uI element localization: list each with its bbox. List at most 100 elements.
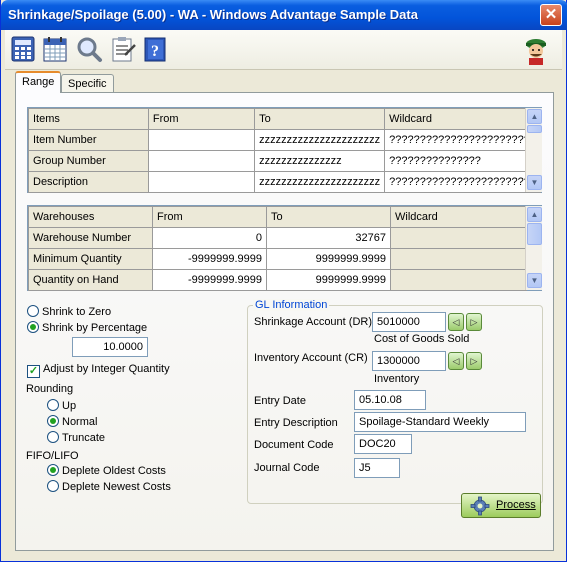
checklist-icon[interactable] bbox=[109, 35, 137, 63]
wildcard-cell[interactable]: ???????????????????????? bbox=[384, 171, 541, 193]
column-header: From bbox=[152, 206, 267, 228]
adjust-integer-checkbox[interactable]: ✓ Adjust by Integer Quantity bbox=[27, 362, 170, 378]
radio-indicator bbox=[47, 415, 59, 427]
row-label: Warehouse Number bbox=[28, 227, 153, 249]
next-account-button[interactable]: ▷ bbox=[466, 313, 482, 331]
gl-information-title: GL Information bbox=[253, 299, 330, 311]
table-row: Quantity on Hand -9999999.9999 9999999.9… bbox=[28, 269, 527, 291]
from-cell[interactable] bbox=[147, 129, 256, 151]
checkbox-label: Adjust by Integer Quantity bbox=[43, 363, 170, 375]
scroll-up-icon[interactable]: ▲ bbox=[527, 207, 542, 222]
tab-specific[interactable]: Specific bbox=[61, 74, 114, 94]
help-book-icon[interactable]: ? bbox=[141, 35, 169, 63]
entry-description-field[interactable]: Spoilage-Standard Weekly bbox=[354, 412, 526, 432]
app-window: Shrinkage/Spoilage (5.00) - WA - Windows… bbox=[0, 0, 567, 562]
document-code-label: Document Code bbox=[254, 439, 334, 451]
rounding-title: Rounding bbox=[26, 383, 74, 395]
rounding-up-radio[interactable]: Up bbox=[47, 399, 76, 413]
wildcard-cell bbox=[390, 227, 527, 249]
row-label: Group Number bbox=[28, 150, 149, 172]
svg-text:?: ? bbox=[151, 43, 159, 60]
from-cell[interactable]: -9999999.9999 bbox=[152, 269, 267, 291]
calendar-icon[interactable] bbox=[41, 35, 69, 63]
scroll-down-icon[interactable]: ▼ bbox=[527, 273, 542, 288]
column-header: Wildcard bbox=[390, 206, 527, 228]
to-cell[interactable]: 9999999.9999 bbox=[266, 248, 391, 270]
wildcard-cell[interactable]: ???????????????????????? bbox=[384, 129, 541, 151]
inventory-account-field[interactable]: 1300000 bbox=[372, 351, 446, 371]
to-cell[interactable]: zzzzzzzzzzzzzzzzzzzzzz bbox=[254, 129, 386, 151]
radio-indicator bbox=[27, 305, 39, 317]
entry-date-field[interactable]: 05.10.08 bbox=[354, 390, 426, 410]
to-cell[interactable]: zzzzzzzzzzzzzzz bbox=[254, 150, 386, 172]
shrinkage-account-field[interactable]: 5010000 bbox=[372, 312, 446, 332]
column-header: Wildcard bbox=[384, 108, 541, 130]
checkbox-indicator: ✓ bbox=[27, 365, 40, 378]
row-label: Quantity on Hand bbox=[28, 269, 153, 291]
fifo-title: FIFO/LIFO bbox=[26, 450, 79, 462]
warehouses-header-row: Warehouses From To Wildcard bbox=[28, 206, 527, 228]
scroll-thumb[interactable] bbox=[527, 223, 542, 245]
wildcard-cell[interactable]: ??????????????? bbox=[384, 150, 541, 172]
next-account-button[interactable]: ▷ bbox=[466, 352, 482, 370]
scroll-thumb[interactable] bbox=[527, 125, 542, 133]
rounding-truncate-radio[interactable]: Truncate bbox=[47, 431, 105, 445]
from-cell[interactable] bbox=[147, 150, 256, 172]
radio-indicator bbox=[47, 399, 59, 411]
document-code-field[interactable]: DOC20 bbox=[354, 434, 412, 454]
shrink-by-percentage-radio[interactable]: Shrink by Percentage bbox=[27, 321, 147, 335]
process-button[interactable]: Process bbox=[461, 493, 541, 518]
items-grid: Items From To Wildcard Item Number zzzzz… bbox=[27, 107, 542, 193]
radio-label: Normal bbox=[62, 416, 98, 428]
radio-label: Truncate bbox=[62, 432, 106, 444]
journal-code-field[interactable]: J5 bbox=[354, 458, 400, 478]
gear-icon bbox=[470, 496, 490, 516]
wildcard-cell bbox=[390, 248, 527, 270]
from-cell[interactable]: -9999999.9999 bbox=[152, 248, 267, 270]
row-label: Item Number bbox=[28, 129, 149, 151]
to-cell[interactable]: 32767 bbox=[266, 227, 391, 249]
prev-account-button[interactable]: ◁ bbox=[448, 352, 464, 370]
radio-indicator bbox=[27, 321, 39, 333]
items-scrollbar[interactable]: ▲ ▼ bbox=[525, 108, 542, 192]
deplete-oldest-radio[interactable]: Deplete Oldest Costs bbox=[47, 464, 166, 478]
journal-code-label: Journal Code bbox=[254, 462, 320, 474]
range-panel: Items From To Wildcard Item Number zzzzz… bbox=[15, 92, 554, 551]
title-bar[interactable]: Shrinkage/Spoilage (5.00) - WA - Windows… bbox=[1, 0, 567, 30]
content-area: Range Specific Items From To Wildcard It… bbox=[5, 71, 562, 558]
table-row: Warehouse Number 0 32767 bbox=[28, 227, 527, 249]
entry-date-label: Entry Date bbox=[254, 395, 306, 407]
toolbar: ? bbox=[5, 30, 562, 70]
shrink-to-zero-radio[interactable]: Shrink to Zero bbox=[27, 305, 111, 319]
scroll-down-icon[interactable]: ▼ bbox=[527, 175, 542, 190]
rounding-normal-radio[interactable]: Normal bbox=[47, 415, 97, 429]
to-cell[interactable]: zzzzzzzzzzzzzzzzzzzzzz bbox=[254, 171, 386, 193]
process-label: Process bbox=[496, 499, 536, 511]
row-label: Description bbox=[28, 171, 149, 193]
calculator-icon[interactable] bbox=[9, 35, 37, 63]
scroll-up-icon[interactable]: ▲ bbox=[527, 109, 542, 124]
column-header: Items bbox=[28, 108, 149, 130]
entry-description-label: Entry Description bbox=[254, 417, 338, 429]
column-header: To bbox=[266, 206, 391, 228]
percentage-field[interactable]: 10.0000 bbox=[72, 337, 148, 357]
items-header-row: Items From To Wildcard bbox=[28, 108, 541, 130]
row-label: Minimum Quantity bbox=[28, 248, 153, 270]
column-header: To bbox=[254, 108, 386, 130]
inventory-account-label: Inventory Account (CR) bbox=[254, 352, 368, 364]
column-header: Warehouses bbox=[28, 206, 153, 228]
radio-label: Deplete Newest Costs bbox=[62, 481, 171, 493]
prev-account-button[interactable]: ◁ bbox=[448, 313, 464, 331]
mascot-icon bbox=[520, 34, 552, 66]
to-cell[interactable]: 9999999.9999 bbox=[266, 269, 391, 291]
radio-indicator bbox=[47, 431, 59, 443]
from-cell[interactable] bbox=[147, 171, 256, 193]
deplete-newest-radio[interactable]: Deplete Newest Costs bbox=[47, 480, 171, 494]
tab-range[interactable]: Range bbox=[15, 71, 62, 93]
from-cell[interactable]: 0 bbox=[152, 227, 267, 249]
close-button[interactable]: ✕ bbox=[540, 4, 562, 26]
table-row: Description zzzzzzzzzzzzzzzzzzzzzz ?????… bbox=[28, 171, 541, 193]
column-header: From bbox=[147, 108, 256, 130]
warehouses-scrollbar[interactable]: ▲ ▼ bbox=[525, 206, 542, 290]
magnifier-icon[interactable] bbox=[75, 35, 103, 63]
